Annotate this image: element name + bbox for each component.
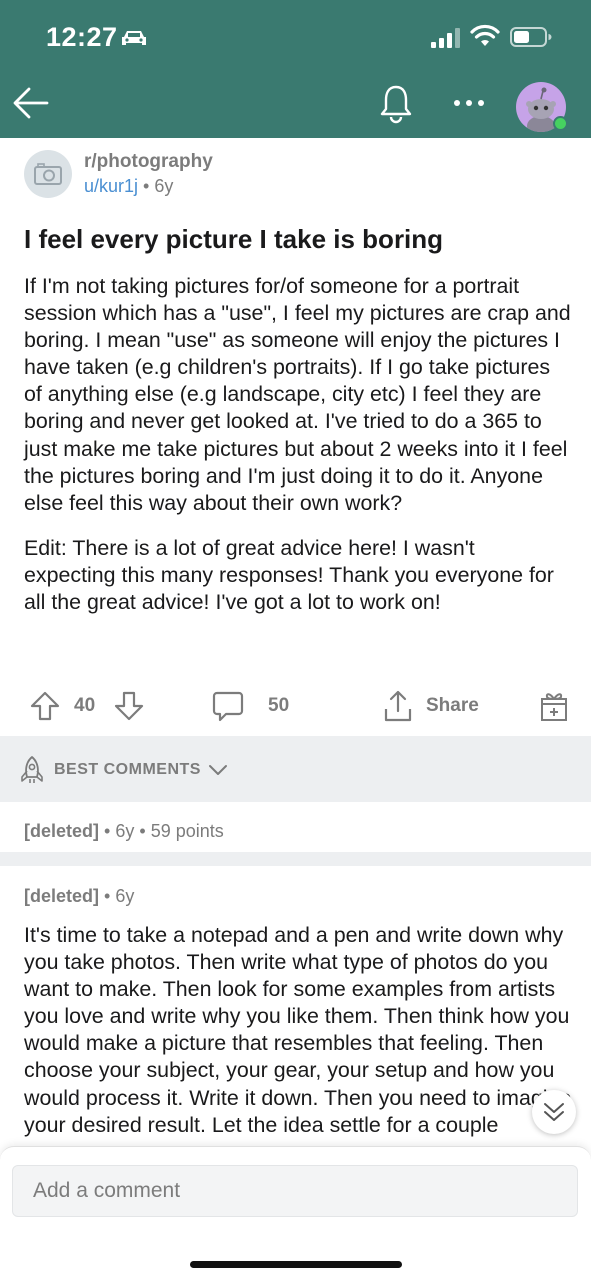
comment-meta[interactable]: [deleted] • 6y <box>24 886 134 907</box>
next-comment-button[interactable] <box>532 1090 576 1134</box>
back-arrow-icon[interactable] <box>12 84 50 122</box>
post-action-bar: 40 50 Share <box>0 684 591 728</box>
home-indicator <box>190 1261 402 1268</box>
comment-sort-bar: BEST COMMENTS <box>0 736 591 802</box>
downvote-button[interactable] <box>114 684 144 728</box>
post-body: If I'm not taking pictures for/of someon… <box>24 273 572 634</box>
comments-button[interactable]: 50 <box>212 684 289 728</box>
sort-button[interactable]: BEST COMMENTS <box>18 754 229 786</box>
share-icon <box>384 690 412 722</box>
post-body-paragraph: Edit: There is a lot of great advice her… <box>24 535 554 615</box>
wifi-icon <box>470 24 500 46</box>
double-chevron-down-icon <box>544 1103 564 1121</box>
upvote-icon <box>30 691 60 721</box>
upvote-button[interactable] <box>30 684 60 728</box>
rocket-icon <box>21 756 43 783</box>
award-icon <box>541 693 567 721</box>
award-button[interactable] <box>538 684 570 728</box>
camera-icon <box>34 163 62 185</box>
car-icon <box>122 31 146 45</box>
comment-count: 50 <box>268 695 290 716</box>
comment-body: It's time to take a notepad and a pen an… <box>24 923 572 1137</box>
status-time: 12:27 <box>46 22 118 52</box>
subreddit-name[interactable]: r/photography <box>84 151 213 173</box>
share-label: Share <box>426 695 479 716</box>
top-bar: 12:27 <box>0 0 591 138</box>
post-meta: u/kur1j • 6y <box>84 176 173 197</box>
subreddit-icon[interactable] <box>24 150 72 198</box>
chevron-down-icon <box>208 765 227 775</box>
signal-icon <box>431 28 460 48</box>
comment-composer: Add a comment <box>0 1146 591 1280</box>
comment-meta[interactable]: [deleted] • 6y • 59 points <box>24 821 224 842</box>
add-comment-input[interactable]: Add a comment <box>12 1165 578 1217</box>
downvote-icon <box>114 691 144 721</box>
meta-separator: • <box>143 176 155 196</box>
bell-icon[interactable] <box>378 84 414 124</box>
sort-label: BEST COMMENTS <box>54 761 201 778</box>
comment-age: 6y <box>115 821 135 841</box>
post-title: I feel every picture I take is boring <box>24 224 444 254</box>
more-icon[interactable] <box>452 96 486 110</box>
post-body-paragraph: If I'm not taking pictures for/of someon… <box>24 274 571 515</box>
vote-score: 40 <box>74 695 96 716</box>
post-age: 6y <box>154 176 174 196</box>
comment-age: 6y <box>115 886 135 906</box>
post-author[interactable]: u/kur1j <box>84 176 138 196</box>
comment-author: [deleted] <box>24 821 100 841</box>
battery-icon <box>510 27 552 47</box>
comment-divider <box>0 852 591 866</box>
comment-author: [deleted] <box>24 886 100 906</box>
comment-points: 59 points <box>150 821 224 841</box>
comment-icon <box>212 691 244 722</box>
share-button[interactable]: Share <box>382 684 479 728</box>
online-indicator <box>553 116 568 131</box>
